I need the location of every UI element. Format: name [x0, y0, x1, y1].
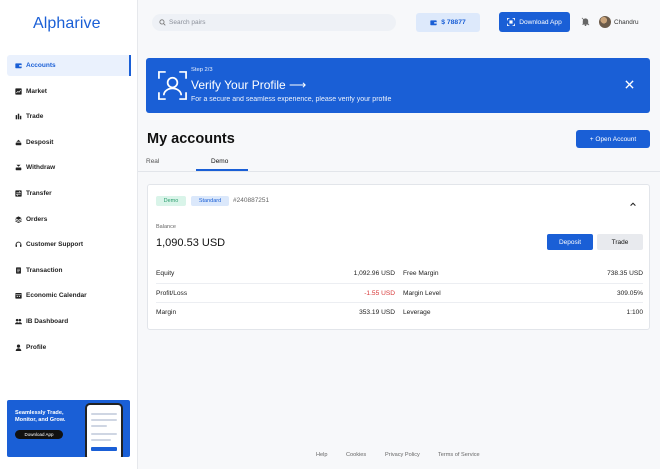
footer: Help Cookies Privacy Policy Terms of Ser… [138, 452, 660, 462]
footer-link-terms[interactable]: Terms of Service [438, 452, 480, 458]
withdraw-icon [15, 164, 22, 171]
account-type-badge: Demo [156, 196, 186, 206]
trade-icon [15, 113, 22, 120]
sidebar-item-economic-calendar[interactable]: Economic Calendar [7, 285, 131, 306]
wallet-icon [430, 20, 437, 26]
sidebar-item-ib-dashboard[interactable]: IB Dashboard [7, 311, 131, 332]
search-icon [159, 19, 166, 26]
balance-pill[interactable]: $ 78877 [416, 13, 480, 32]
footer-link-privacy[interactable]: Privacy Policy [385, 452, 420, 458]
stat-value: 309.05% [616, 289, 643, 297]
chevron-up-icon[interactable] [629, 200, 637, 208]
transaction-icon [15, 267, 22, 274]
sidebar-item-customer-support[interactable]: Customer Support [7, 234, 131, 255]
stat-label: Free Margin [403, 270, 439, 277]
banner-subtitle: For a secure and seamless experience, pl… [191, 96, 392, 103]
sidebar-item-label: Withdraw [26, 164, 56, 172]
sidebar-item-label: Trade [26, 113, 44, 121]
deposit-icon [15, 139, 22, 146]
download-promo: Seamlessly Trade, Monitor, and Grow. Dow… [7, 400, 130, 457]
bell-icon[interactable] [581, 17, 590, 26]
orders-icon [15, 215, 22, 223]
stat-value: 738.35 USD [607, 270, 643, 277]
stat-label: Leverage [403, 309, 431, 316]
search-bar[interactable] [152, 14, 396, 31]
calendar-icon [15, 292, 22, 299]
wallet-icon [15, 62, 22, 69]
sidebar-item-label: Orders [26, 215, 48, 223]
tab-real[interactable]: Real [146, 158, 159, 165]
profile-scan-icon [158, 71, 187, 100]
account-tabs: Real Demo [138, 155, 660, 172]
sidebar-item-market[interactable]: Market [7, 81, 131, 102]
account-stats: Equity 1,092.96 USD Free Margin 738.35 U… [156, 264, 643, 323]
sidebar-item-trade[interactable]: Trade [7, 106, 131, 127]
footer-link-cookies[interactable]: Cookies [346, 452, 366, 458]
trade-button[interactable]: Trade [597, 234, 643, 250]
tab-demo[interactable]: Demo [211, 158, 228, 165]
account-id: #240887251 [233, 197, 270, 204]
promo-text: Seamlessly Trade, Monitor, and Grow. [15, 410, 66, 423]
promo-download-button[interactable]: Download App [15, 430, 63, 439]
account-card: Demo Standard #240887251 Balance 1,090.5… [147, 184, 650, 330]
banner-step: Step 2/3 [191, 67, 213, 73]
balance-value: 1,090.53 USD [156, 237, 226, 249]
stat-value: 1,092.96 USD [353, 270, 395, 277]
sidebar-item-label: Transaction [26, 266, 63, 274]
sidebar-item-profile[interactable]: Profile [7, 337, 131, 358]
app-logo[interactable]: Alpharive [33, 15, 101, 33]
stat-label: Equity [156, 270, 175, 277]
search-input[interactable] [169, 19, 369, 26]
sidebar-item-accounts[interactable]: Accounts [7, 55, 131, 76]
sidebar-item-transfer[interactable]: Transfer [7, 183, 131, 204]
download-app-button[interactable]: Download App [499, 12, 570, 32]
sidebar-item-label: Desposit [26, 138, 54, 146]
active-tab-indicator [196, 169, 248, 171]
download-app-label: Download App [519, 18, 562, 26]
sidebar: Alpharive Accounts Market Trade Desposit… [0, 0, 138, 469]
sidebar-item-orders[interactable]: Orders [7, 209, 131, 230]
qr-icon [507, 18, 516, 26]
deposit-button[interactable]: Deposit [547, 234, 593, 250]
verify-profile-banner[interactable]: Step 2/3 Verify Your Profile ⟶ For a sec… [146, 58, 650, 113]
headset-icon [15, 241, 22, 248]
sidebar-item-label: Accounts [26, 62, 56, 69]
sidebar-item-label: Profile [26, 343, 47, 351]
stat-value: -1.55 USD [364, 289, 395, 297]
balance-amount: $ 78877 [441, 19, 466, 26]
sidebar-nav: Accounts Market Trade Desposit Withdraw … [0, 55, 138, 362]
stat-value: 1:100 [626, 309, 643, 316]
sidebar-item-label: Market [26, 87, 47, 95]
user-icon [15, 344, 22, 351]
stat-label: Margin Level [403, 289, 441, 297]
table-row: Equity 1,092.96 USD Free Margin 738.35 U… [156, 264, 643, 284]
close-icon[interactable] [625, 80, 634, 89]
stat-value: 353.19 USD [359, 309, 395, 316]
sidebar-item-deposit[interactable]: Desposit [7, 132, 131, 153]
footer-link-help[interactable]: Help [316, 452, 328, 458]
transfer-icon [15, 190, 22, 197]
sidebar-item-label: Customer Support [26, 241, 84, 249]
open-account-button[interactable]: + Open Account [576, 130, 650, 148]
group-icon [15, 318, 22, 325]
user-name: Chandru [614, 18, 639, 26]
chart-icon [15, 87, 22, 95]
sidebar-item-label: Economic Calendar [26, 292, 87, 300]
page-title: My accounts [147, 131, 235, 147]
stat-label: Profit/Loss [156, 289, 188, 297]
table-row: Margin 353.19 USD Leverage 1:100 [156, 303, 643, 323]
sidebar-item-label: IB Dashboard [26, 317, 69, 325]
banner-title: Verify Your Profile ⟶ [191, 78, 307, 92]
account-plan-badge: Standard [191, 196, 229, 206]
table-row: Profit/Loss -1.55 USD Margin Level 309.0… [156, 284, 643, 303]
balance-label: Balance [156, 224, 176, 230]
sidebar-item-label: Transfer [26, 189, 52, 197]
avatar [599, 16, 611, 28]
phone-illustration [85, 403, 123, 457]
stat-label: Margin [156, 309, 177, 316]
sidebar-item-withdraw[interactable]: Withdraw [7, 157, 131, 178]
sidebar-item-transaction[interactable]: Transaction [7, 260, 131, 281]
user-menu[interactable]: Chandru [599, 13, 647, 31]
